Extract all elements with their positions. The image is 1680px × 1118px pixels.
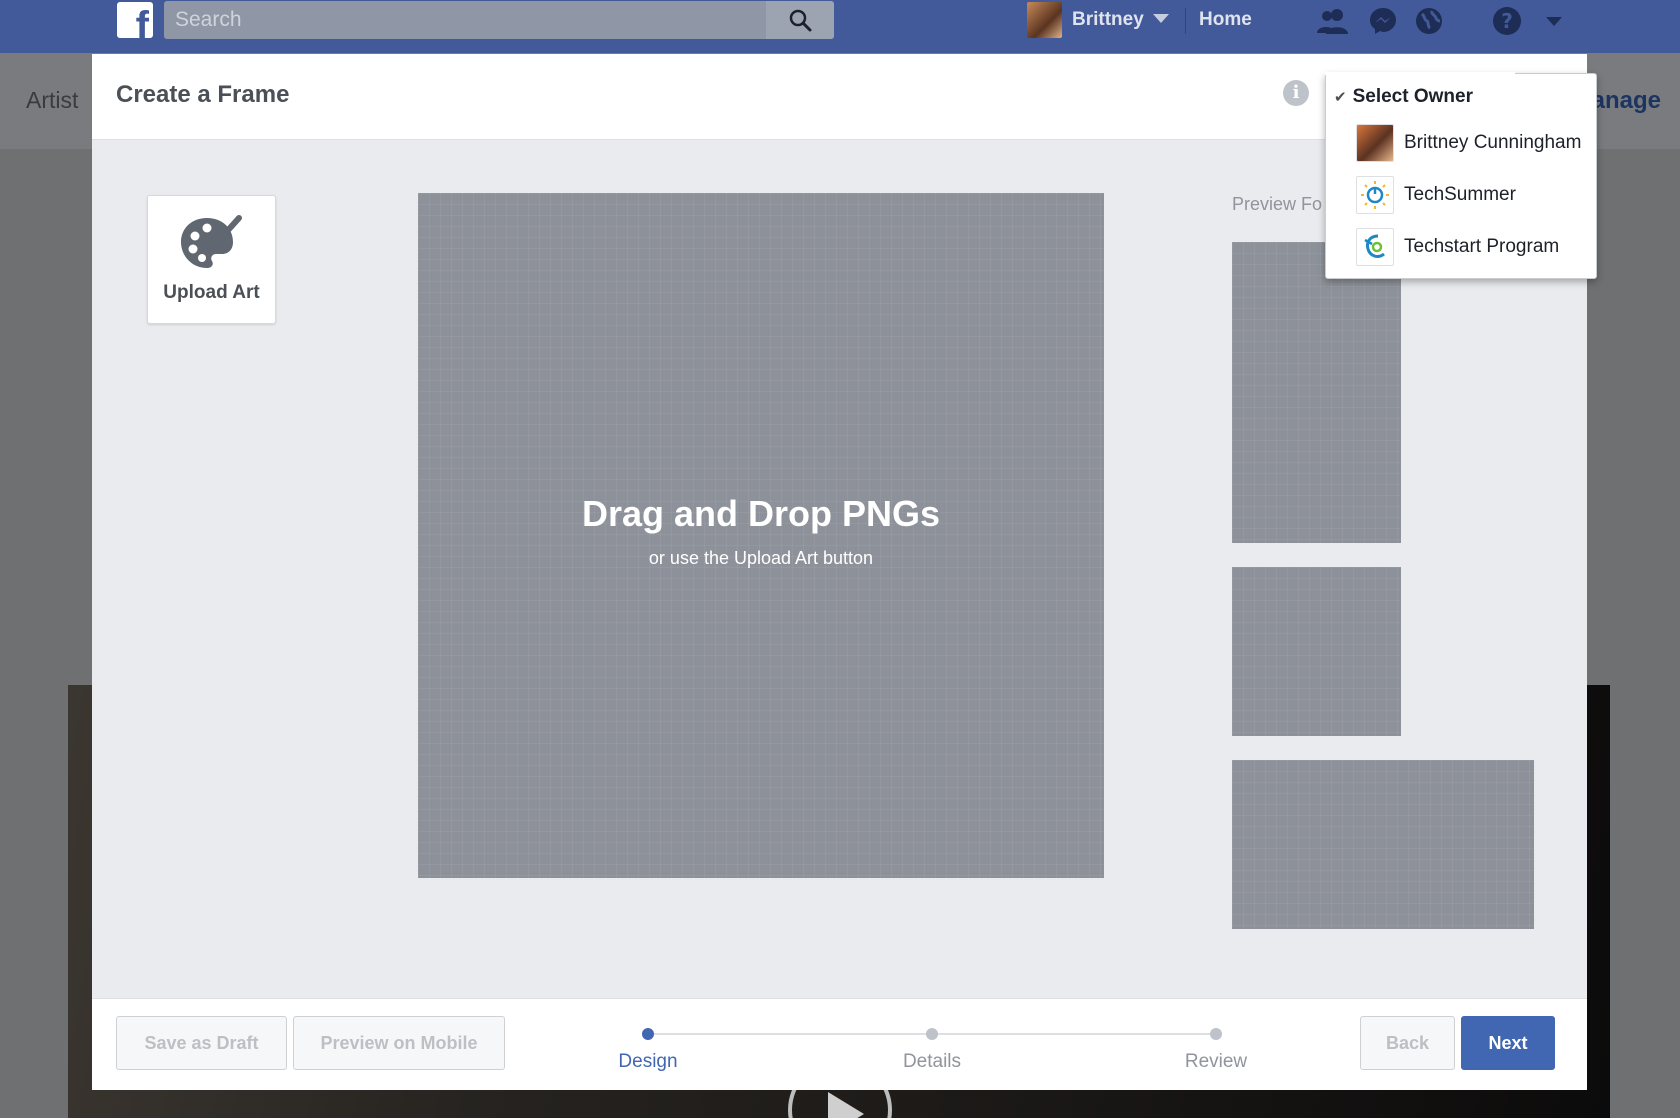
step-connector <box>648 1033 932 1035</box>
svg-text:?: ? <box>1501 9 1513 33</box>
next-button[interactable]: Next <box>1461 1016 1555 1070</box>
menu-nub <box>1325 72 1515 75</box>
profile-photo-icon <box>1356 124 1394 162</box>
upload-art-label: Upload Art <box>163 282 260 303</box>
back-button[interactable]: Back <box>1360 1016 1455 1070</box>
preview-square <box>1232 567 1401 736</box>
info-icon[interactable]: i <box>1283 80 1309 106</box>
avatar[interactable] <box>1027 2 1062 38</box>
preview-on-mobile-button[interactable]: Preview on Mobile <box>293 1016 505 1070</box>
owner-option-brittney[interactable]: Brittney Cunningham <box>1356 124 1592 164</box>
owner-option-techsummer[interactable]: TechSummer <box>1356 176 1592 216</box>
preview-tall <box>1232 242 1401 543</box>
facebook-top-bar: f Brittney Home ? <box>0 0 1680 53</box>
search-input[interactable] <box>164 1 764 39</box>
messenger-icon[interactable] <box>1366 4 1400 38</box>
step-label-review[interactable]: Review <box>1156 1051 1276 1073</box>
profile-name-link[interactable]: Brittney <box>1072 9 1144 31</box>
select-owner-label: Select Owner <box>1352 86 1473 107</box>
facebook-logo-icon[interactable]: f <box>117 2 153 38</box>
home-link[interactable]: Home <box>1199 9 1252 31</box>
step-dot-details[interactable] <box>926 1028 938 1040</box>
search-button[interactable] <box>766 1 834 39</box>
step-connector <box>932 1033 1216 1035</box>
background-artist-text: Artist <box>26 87 79 113</box>
friend-requests-icon[interactable] <box>1316 4 1350 38</box>
step-dot-review[interactable] <box>1210 1028 1222 1040</box>
search-box <box>164 1 834 39</box>
save-as-draft-button[interactable]: Save as Draft <box>116 1016 287 1070</box>
account-menu-chevron-icon[interactable] <box>1537 4 1571 38</box>
preview-label: Preview Fo <box>1232 194 1323 214</box>
dropzone-subtitle: or use the Upload Art button <box>648 548 874 568</box>
owner-option-techstart[interactable]: Techstart Program <box>1356 228 1592 268</box>
select-owner-menu: ✔ Select Owner Brittney Cunningham TechSu… <box>1325 72 1597 279</box>
modal-title: Create a Frame <box>116 81 290 108</box>
step-label-design[interactable]: Design <box>588 1051 708 1073</box>
nav-divider <box>1185 8 1186 34</box>
preview-wide <box>1232 760 1534 929</box>
techsummer-logo-icon <box>1356 176 1394 214</box>
dropzone-title: Drag and Drop PNGs <box>581 493 941 534</box>
frame-dropzone[interactable]: Drag and Drop PNGs or use the Upload Art… <box>418 193 1104 878</box>
select-owner-option[interactable]: ✔ Select Owner <box>1334 86 1473 108</box>
modal-footer: Save as Draft Preview on Mobile Design D… <box>92 998 1587 1090</box>
help-icon[interactable]: ? <box>1490 4 1524 38</box>
palette-icon <box>181 215 242 268</box>
step-label-details[interactable]: Details <box>872 1051 992 1073</box>
owner-name: Techstart Program <box>1404 236 1560 257</box>
chevron-down-icon[interactable] <box>1153 14 1169 23</box>
step-dot-design[interactable] <box>642 1028 654 1040</box>
search-icon <box>789 9 812 32</box>
play-triangle-icon <box>828 1092 864 1118</box>
owner-name: TechSummer <box>1404 184 1516 205</box>
notifications-globe-icon[interactable] <box>1412 4 1446 38</box>
check-icon: ✔ <box>1334 89 1347 106</box>
upload-art-button[interactable]: Upload Art <box>147 195 276 324</box>
techstart-logo-icon <box>1356 228 1394 266</box>
owner-name: Brittney Cunningham <box>1404 132 1582 153</box>
